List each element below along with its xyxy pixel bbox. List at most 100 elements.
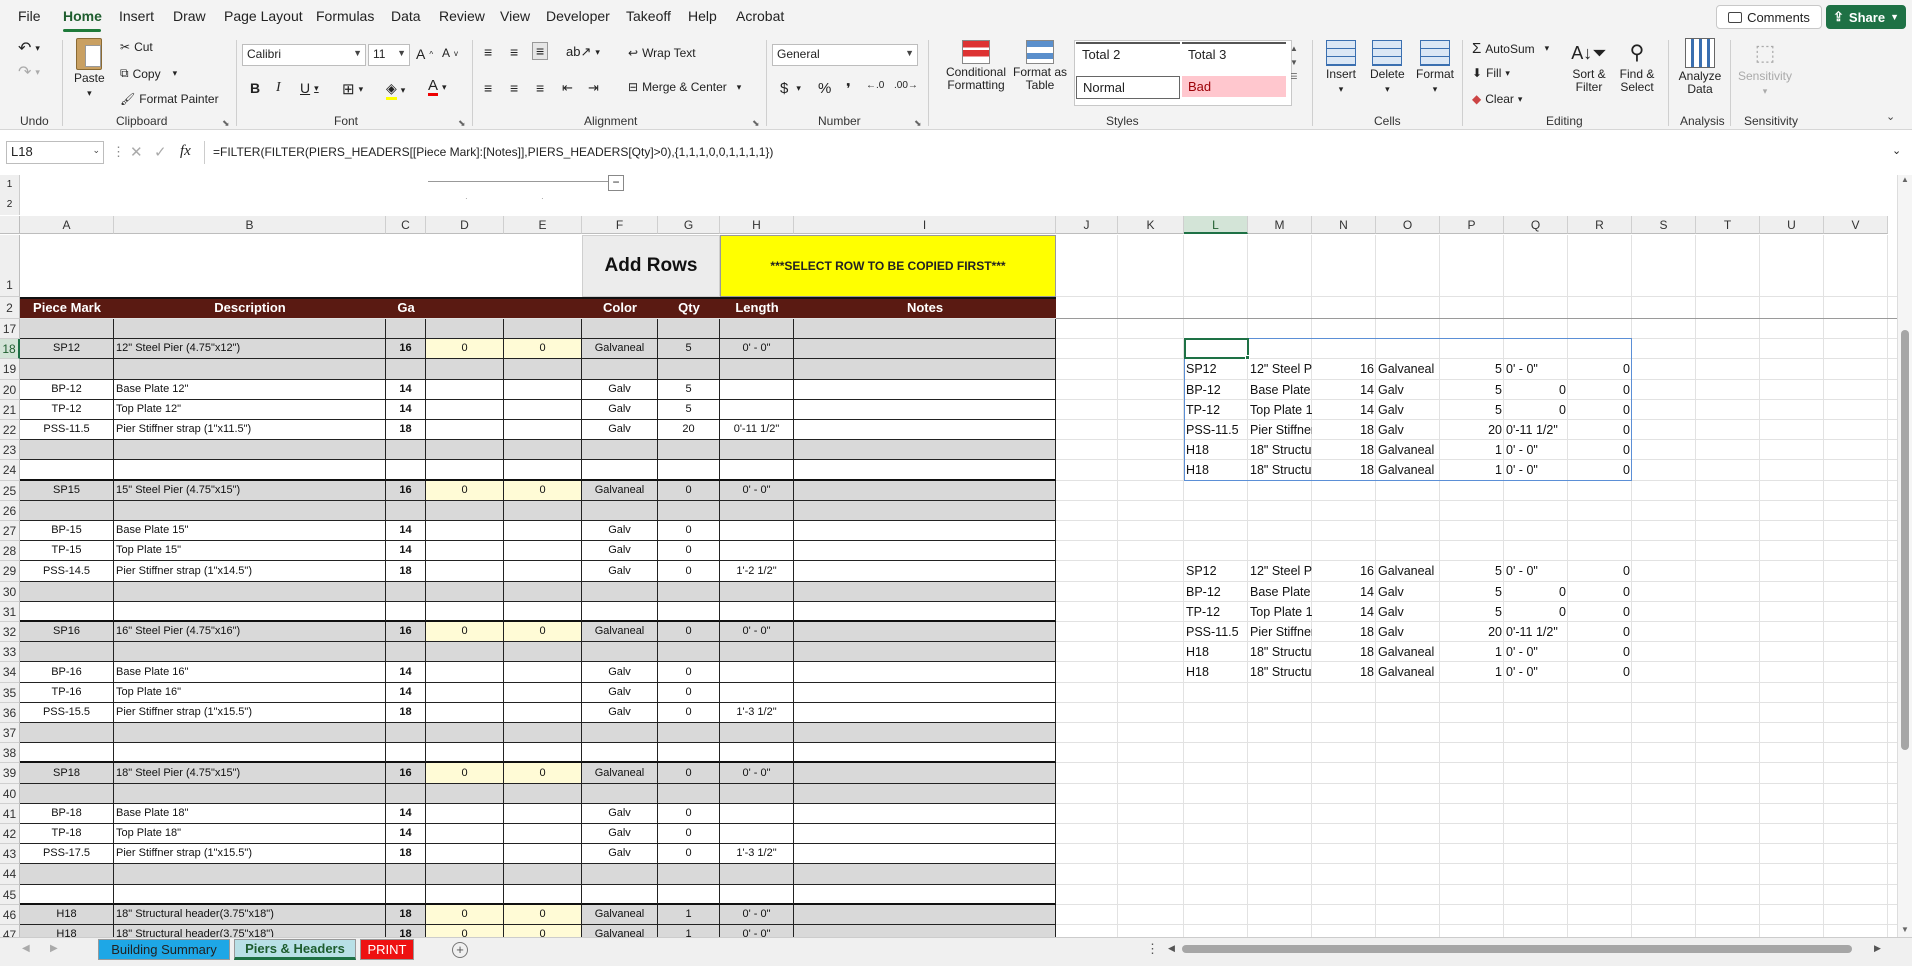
- row-header[interactable]: 42: [0, 824, 20, 844]
- cell-e[interactable]: [504, 844, 582, 863]
- cell-g[interactable]: [658, 864, 720, 884]
- cell-i[interactable]: [794, 784, 1056, 803]
- cell-d[interactable]: [426, 319, 504, 338]
- cell-c[interactable]: [386, 642, 426, 661]
- cell-a[interactable]: PSS-11.5: [20, 420, 114, 439]
- font-size-select[interactable]: 11 ▼: [368, 44, 410, 66]
- cell-d[interactable]: 0: [426, 763, 504, 783]
- currency-button[interactable]: $ ▾: [780, 80, 801, 97]
- align-top-button[interactable]: ≡: [484, 44, 492, 60]
- cell-g[interactable]: 5: [658, 339, 720, 358]
- cell-e[interactable]: [504, 521, 582, 540]
- row-header[interactable]: 19: [0, 359, 20, 380]
- spill-cell-q[interactable]: 0: [1504, 582, 1568, 602]
- header-length[interactable]: Length: [720, 300, 794, 315]
- cell-f[interactable]: Galvaneal: [582, 763, 658, 783]
- cell-i[interactable]: [794, 804, 1056, 823]
- table-row[interactable]: [20, 582, 1056, 602]
- cell-h[interactable]: 0'-11 1/2": [720, 420, 794, 439]
- autosum-button[interactable]: Σ AutoSum ▾: [1472, 40, 1549, 57]
- cell-c[interactable]: [386, 319, 426, 338]
- cell-h[interactable]: [720, 440, 794, 459]
- cell-e[interactable]: [504, 662, 582, 682]
- cell-c[interactable]: 14: [386, 662, 426, 682]
- font-color-button[interactable]: A ▾: [428, 78, 447, 96]
- cell-d[interactable]: [426, 501, 504, 520]
- percent-button[interactable]: %: [818, 80, 831, 97]
- cell-e[interactable]: [504, 703, 582, 722]
- table-row[interactable]: [20, 743, 1056, 763]
- table-row[interactable]: [20, 319, 1056, 339]
- table-row[interactable]: TP-18 Top Plate 18" 14 Galv 0: [20, 824, 1056, 844]
- table-row[interactable]: TP-12 Top Plate 12" 14 Galv 5: [20, 400, 1056, 420]
- cell-c[interactable]: [386, 885, 426, 904]
- cell-d[interactable]: [426, 824, 504, 843]
- cell-c[interactable]: 16: [386, 339, 426, 358]
- spill-cell-l[interactable]: BP-12: [1184, 582, 1248, 602]
- cell-c[interactable]: 16: [386, 481, 426, 500]
- align-right-button[interactable]: ≡: [536, 80, 544, 96]
- column-header-o[interactable]: O: [1376, 216, 1440, 234]
- cell-f[interactable]: Galv: [582, 844, 658, 863]
- table-row[interactable]: [20, 460, 1056, 481]
- formula-input[interactable]: =FILTER(FILTER(PIERS_HEADERS[[Piece Mark…: [204, 141, 1884, 164]
- cell-i[interactable]: [794, 824, 1056, 843]
- cell-g[interactable]: [658, 602, 720, 621]
- cell-i[interactable]: [794, 885, 1056, 904]
- cell-b[interactable]: [114, 723, 386, 742]
- cell-c[interactable]: 14: [386, 541, 426, 560]
- cell-h[interactable]: [720, 460, 794, 480]
- cell-d[interactable]: [426, 460, 504, 480]
- spill-cell-q[interactable]: 0' - 0": [1504, 561, 1568, 582]
- cell-c[interactable]: 18: [386, 703, 426, 722]
- sort-filter-button[interactable]: A↓⏷ Sort & Filter: [1568, 40, 1610, 94]
- cell-f[interactable]: Galv: [582, 824, 658, 843]
- cell-i[interactable]: [794, 582, 1056, 601]
- cell-i[interactable]: [794, 521, 1056, 540]
- cell-g[interactable]: 0: [658, 844, 720, 863]
- cell-f[interactable]: Galvaneal: [582, 905, 658, 924]
- table-row[interactable]: PSS-15.5 Pier Stiffner strap (1"x15.5") 18…: [20, 703, 1056, 723]
- cell-a[interactable]: PSS-15.5: [20, 703, 114, 722]
- cell-g[interactable]: 20: [658, 420, 720, 439]
- cell-e[interactable]: [504, 319, 582, 338]
- styles-scroll[interactable]: ▲ ▼ ☰: [1290, 42, 1298, 84]
- italic-button[interactable]: I: [276, 80, 281, 96]
- cell-a[interactable]: [20, 885, 114, 904]
- column-header-q[interactable]: Q: [1504, 216, 1568, 234]
- cell-b[interactable]: Base Plate 15": [114, 521, 386, 540]
- cell-b[interactable]: Pier Stiffner strap (1"x15.5"): [114, 703, 386, 722]
- scroll-down-icon[interactable]: ▼: [1901, 925, 1909, 934]
- cell-i[interactable]: [794, 844, 1056, 863]
- cell-d[interactable]: [426, 703, 504, 722]
- cell-i[interactable]: [794, 339, 1056, 358]
- find-select-button[interactable]: ⚲ Find & Select: [1614, 40, 1660, 94]
- cell-h[interactable]: [720, 400, 794, 419]
- cell-d[interactable]: [426, 440, 504, 459]
- scroll-left-icon[interactable]: ◀: [1168, 943, 1175, 954]
- cell-g[interactable]: [658, 642, 720, 661]
- comma-style-button[interactable]: ❜: [846, 80, 851, 98]
- cell-h[interactable]: 0' - 0": [720, 481, 794, 500]
- cell-b[interactable]: [114, 501, 386, 520]
- cell-a[interactable]: [20, 501, 114, 520]
- cell-e[interactable]: [504, 804, 582, 823]
- column-header-m[interactable]: M: [1248, 216, 1312, 234]
- cell-f[interactable]: [582, 602, 658, 621]
- number-format-select[interactable]: General ▼: [772, 44, 918, 66]
- spill-cell-m[interactable]: 18" Structural header(3.75"x18"): [1248, 642, 1312, 662]
- cell-a[interactable]: TP-18: [20, 824, 114, 843]
- cell-e[interactable]: [504, 380, 582, 399]
- cell-b[interactable]: [114, 642, 386, 661]
- table-row[interactable]: [20, 359, 1056, 380]
- cell-c[interactable]: [386, 864, 426, 884]
- cell-f[interactable]: Galv: [582, 380, 658, 399]
- dialog-launcher-icon[interactable]: ⬊: [222, 118, 230, 129]
- menu-data[interactable]: Data: [391, 8, 421, 24]
- cell-f[interactable]: [582, 319, 658, 338]
- table-row[interactable]: PSS-14.5 Pier Stiffner strap (1"x14.5") 18…: [20, 561, 1056, 582]
- cell-c[interactable]: 14: [386, 400, 426, 419]
- cell-h[interactable]: [720, 885, 794, 904]
- cell-d[interactable]: 0: [426, 622, 504, 641]
- align-center-button[interactable]: ≡: [510, 80, 518, 96]
